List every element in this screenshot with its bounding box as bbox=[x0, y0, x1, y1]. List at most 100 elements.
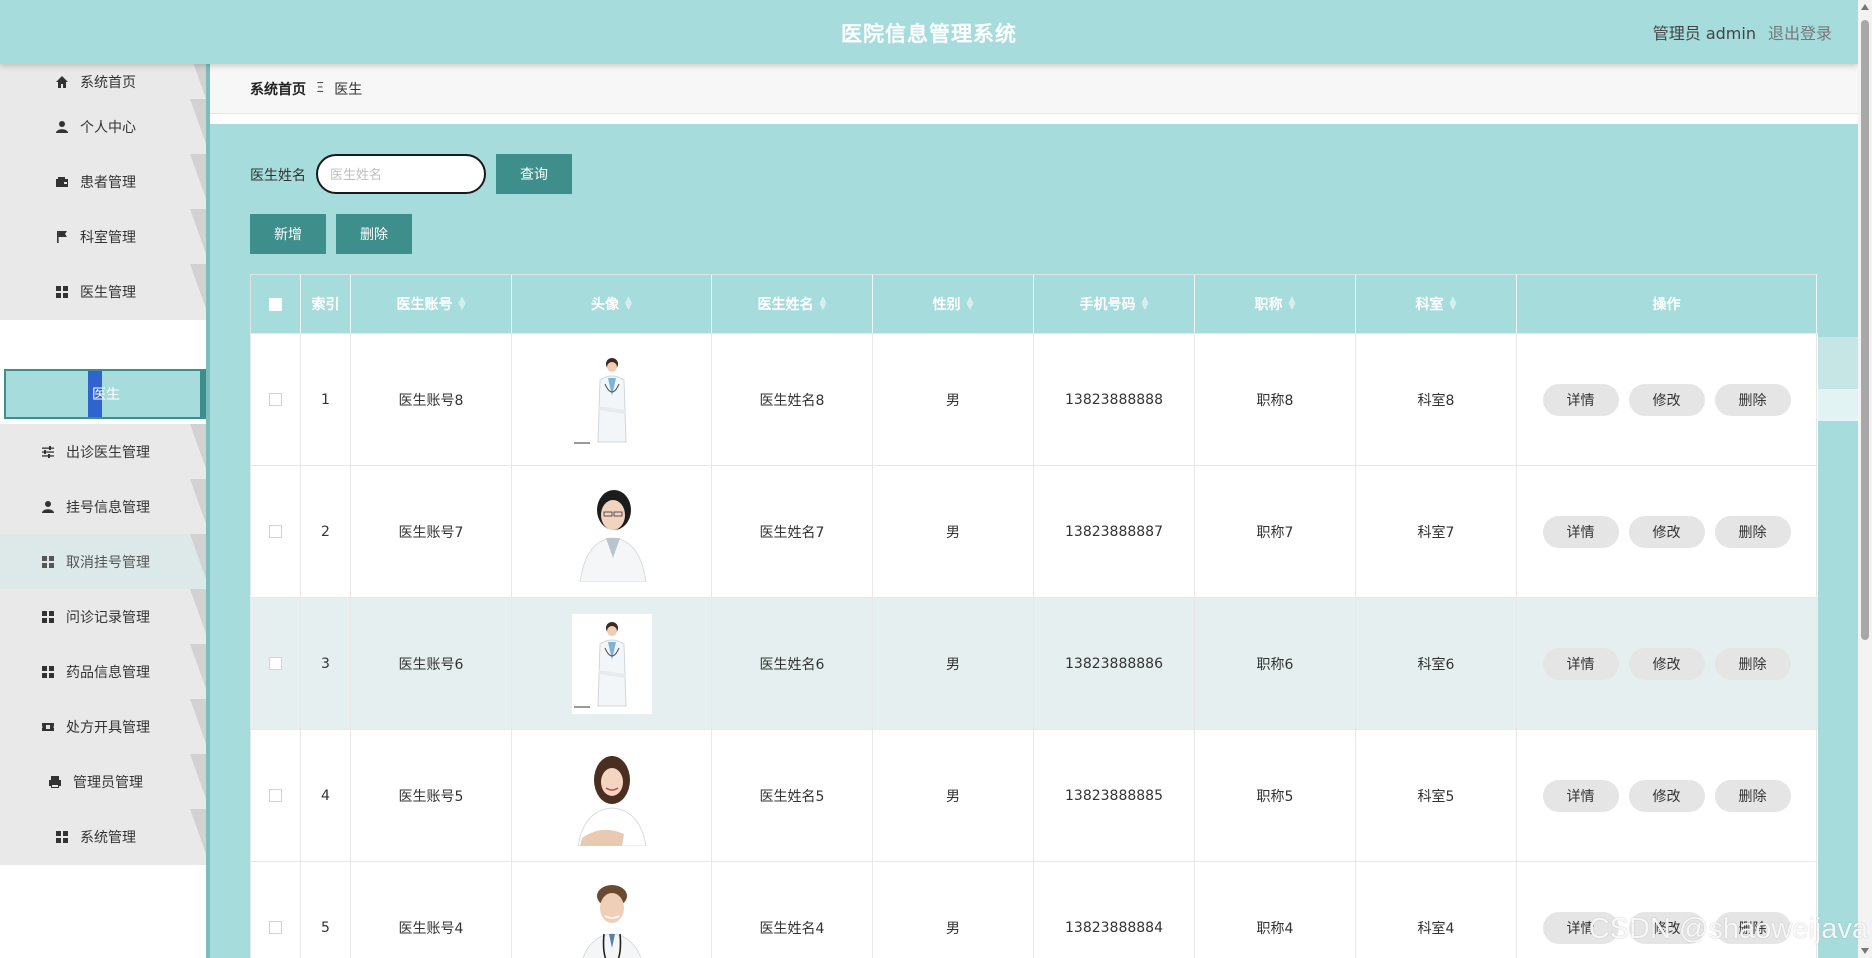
phone-cell: 13823888884 bbox=[1034, 862, 1195, 958]
sidebar-subitem-doctor[interactable]: 医生 bbox=[4, 369, 208, 419]
delete-button[interactable]: 删除 bbox=[1714, 779, 1791, 812]
sidebar-item-registrations[interactable]: 挂号信息管理 bbox=[0, 479, 210, 535]
select-all-checkbox[interactable] bbox=[269, 297, 282, 311]
wallet-icon bbox=[54, 174, 70, 190]
sort-icon[interactable]: ▲ ▼ bbox=[967, 296, 974, 312]
title-cell: 职称8 bbox=[1195, 334, 1356, 465]
table-row: 4 医生账号5 医生姓名5 男 13823888885 职称5 科室5 详情 修… bbox=[250, 730, 1818, 862]
column-header-actions: 操作 bbox=[1517, 275, 1817, 333]
doctor-name-search-input[interactable] bbox=[316, 154, 486, 194]
sidebar-item-admins[interactable]: 管理员管理 bbox=[0, 754, 210, 810]
department-cell: 科室7 bbox=[1356, 466, 1517, 597]
title-cell: 职称4 bbox=[1195, 862, 1356, 958]
index-cell: 5 bbox=[301, 862, 351, 958]
doctor-avatar bbox=[571, 613, 652, 714]
sort-icon[interactable]: ▲ ▼ bbox=[625, 296, 632, 312]
sidebar-item-profile[interactable]: 个人中心 bbox=[0, 99, 210, 155]
index-cell: 2 bbox=[301, 466, 351, 597]
sidebar-item-visiting-doctors[interactable]: 出诊医生管理 bbox=[0, 424, 210, 480]
scroll-thumb[interactable] bbox=[1861, 20, 1869, 640]
search-label: 医生姓名 bbox=[250, 168, 306, 184]
row-checkbox[interactable] bbox=[269, 525, 282, 538]
row-checkbox[interactable] bbox=[269, 657, 282, 670]
delete-button[interactable]: 删除 bbox=[1714, 383, 1791, 416]
top-bar: 医院信息管理系统 管理员 admin 退出登录 bbox=[0, 0, 1858, 64]
phone-cell: 13823888886 bbox=[1034, 598, 1195, 729]
sidebar: 系统首页 个人中心 患者管理 科室管理 医生管理 医生 出诊医生管理 挂号信息管… bbox=[0, 64, 210, 958]
edit-button[interactable]: 修改 bbox=[1628, 647, 1705, 680]
sidebar-item-label: 系统首页 bbox=[80, 75, 136, 91]
sidebar-item-label: 药品信息管理 bbox=[66, 665, 150, 681]
column-header-account[interactable]: 医生账号 ▲ ▼ bbox=[351, 275, 512, 333]
phone-cell: 13823888888 bbox=[1034, 334, 1195, 465]
sidebar-item-system[interactable]: 系统管理 bbox=[0, 809, 210, 865]
delete-button[interactable]: 删除 bbox=[1714, 515, 1791, 548]
scroll-up-arrow-icon[interactable] bbox=[1861, 4, 1869, 10]
avatar-cell bbox=[512, 598, 712, 729]
sidebar-item-label: 出诊医生管理 bbox=[66, 445, 150, 461]
sidebar-item-label: 系统管理 bbox=[80, 830, 136, 846]
grid-icon bbox=[40, 664, 56, 680]
row-checkbox[interactable] bbox=[269, 921, 282, 934]
edit-button[interactable]: 修改 bbox=[1628, 779, 1705, 812]
column-header-phone[interactable]: 手机号码 ▲ ▼ bbox=[1034, 275, 1195, 333]
top-right-area: 管理员 admin 退出登录 bbox=[1653, 20, 1832, 44]
sidebar-item-patients[interactable]: 患者管理 bbox=[0, 154, 210, 210]
row-checkbox[interactable] bbox=[269, 789, 282, 802]
add-button[interactable]: 新增 bbox=[250, 214, 326, 254]
sort-icon[interactable]: ▲ ▼ bbox=[459, 296, 466, 312]
sidebar-subitem-label: 医生 bbox=[92, 387, 120, 403]
actions-cell: 详情 修改 删除 bbox=[1517, 598, 1817, 729]
name-cell: 医生姓名4 bbox=[712, 862, 873, 958]
name-cell: 医生姓名6 bbox=[712, 598, 873, 729]
edit-button[interactable]: 修改 bbox=[1628, 383, 1705, 416]
account-cell: 医生账号8 bbox=[351, 334, 512, 465]
sidebar-item-departments[interactable]: 科室管理 bbox=[0, 209, 210, 265]
sidebar-item-medicines[interactable]: 药品信息管理 bbox=[0, 644, 210, 700]
detail-button[interactable]: 详情 bbox=[1542, 779, 1619, 812]
query-button[interactable]: 查询 bbox=[496, 154, 572, 194]
delete-button[interactable]: 删除 bbox=[1714, 647, 1791, 680]
column-header-sex[interactable]: 性别 ▲ ▼ bbox=[873, 275, 1034, 333]
detail-button[interactable]: 详情 bbox=[1542, 647, 1619, 680]
account-cell: 医生账号6 bbox=[351, 598, 512, 729]
printer-icon bbox=[47, 774, 63, 790]
sort-icon[interactable]: ▲ ▼ bbox=[1450, 296, 1457, 312]
sidebar-item-prescriptions[interactable]: 处方开具管理 bbox=[0, 699, 210, 755]
table-header-row: 索引 医生账号 ▲ ▼ 头像 ▲ ▼ 医生姓名 ▲ ▼ 性别 ▲ ▼ 手机号码 ▲ ▼ 职称 ▲ ▼ 科… bbox=[250, 275, 1818, 334]
batch-delete-button[interactable]: 删除 bbox=[336, 214, 412, 254]
breadcrumb-home[interactable]: 系统首页 bbox=[250, 79, 306, 99]
sidebar-item-consultations[interactable]: 问诊记录管理 bbox=[0, 589, 210, 645]
header-checkbox-cell bbox=[251, 275, 301, 333]
doctor-avatar bbox=[571, 481, 652, 582]
detail-button[interactable]: 详情 bbox=[1542, 383, 1619, 416]
sort-icon[interactable]: ▲ ▼ bbox=[1142, 296, 1149, 312]
scroll-down-arrow-icon[interactable] bbox=[1861, 948, 1869, 954]
sidebar-item-label: 患者管理 bbox=[80, 175, 136, 191]
column-header-name[interactable]: 医生姓名 ▲ ▼ bbox=[712, 275, 873, 333]
page-scrollbar[interactable] bbox=[1858, 0, 1872, 958]
edit-button[interactable]: 修改 bbox=[1628, 515, 1705, 548]
sidebar-item-doctors[interactable]: 医生管理 bbox=[0, 264, 210, 320]
user-icon bbox=[40, 499, 56, 515]
sidebar-item-label: 医生管理 bbox=[80, 285, 136, 301]
name-cell: 医生姓名8 bbox=[712, 334, 873, 465]
sort-icon[interactable]: ▲ ▼ bbox=[820, 296, 827, 312]
detail-button[interactable]: 详情 bbox=[1542, 515, 1619, 548]
table-row: 3 医生账号6 医生姓名6 男 13823888886 职称6 科室6 详情 修… bbox=[250, 598, 1818, 730]
logout-link[interactable]: 退出登录 bbox=[1768, 20, 1832, 44]
app-title: 医院信息管理系统 bbox=[841, 22, 1017, 46]
column-header-department[interactable]: 科室 ▲ ▼ bbox=[1356, 275, 1517, 333]
sidebar-item-cancel-registration[interactable]: 取消挂号管理 bbox=[0, 534, 210, 590]
column-header-avatar[interactable]: 头像 ▲ ▼ bbox=[512, 275, 712, 333]
sex-cell: 男 bbox=[873, 334, 1034, 465]
column-header-title[interactable]: 职称 ▲ ▼ bbox=[1195, 275, 1356, 333]
index-cell: 4 bbox=[301, 730, 351, 861]
sort-icon[interactable]: ▲ ▼ bbox=[1289, 296, 1296, 312]
title-cell: 职称6 bbox=[1195, 598, 1356, 729]
avatar-cell bbox=[512, 466, 712, 597]
row-checkbox[interactable] bbox=[269, 393, 282, 406]
table-row: 5 医生账号4 医生姓名4 男 13823888884 职称4 科室4 详情 修… bbox=[250, 862, 1818, 958]
sidebar-item-label: 取消挂号管理 bbox=[66, 555, 150, 571]
index-cell: 3 bbox=[301, 598, 351, 729]
